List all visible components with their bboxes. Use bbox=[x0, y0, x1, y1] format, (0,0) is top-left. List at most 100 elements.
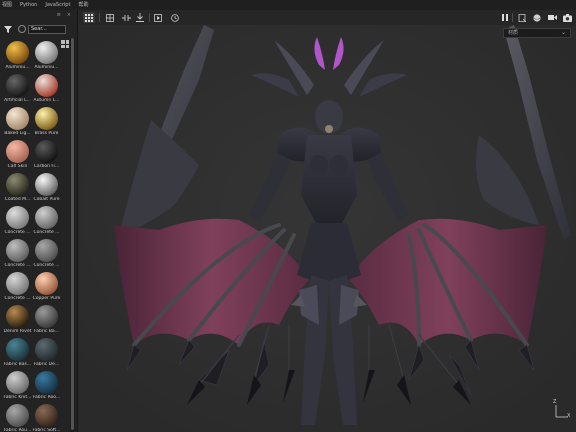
material-item[interactable]: Carbon Fi... bbox=[32, 138, 61, 171]
material-label: Fabric Knit... bbox=[3, 395, 32, 400]
app-window: 视图 Python JavaScript 帮助 ≡ × Aluminiu...A… bbox=[0, 0, 576, 432]
material-item[interactable]: Coated M... bbox=[3, 171, 32, 204]
material-preview-sphere bbox=[35, 239, 58, 262]
material-label: Fabric Roo... bbox=[32, 395, 61, 400]
material-item[interactable]: Calf Skin bbox=[3, 138, 32, 171]
material-label: Brass Pure bbox=[34, 131, 59, 136]
camera-grid-icon[interactable] bbox=[104, 12, 116, 23]
material-label: Concrete ... bbox=[4, 230, 31, 235]
material-item[interactable]: Concrete ... bbox=[3, 204, 32, 237]
toggle-circle-icon[interactable] bbox=[18, 25, 26, 33]
material-item[interactable]: Brass Pure bbox=[32, 105, 61, 138]
material-label: Baked Lig... bbox=[4, 131, 31, 136]
grid-view-icon[interactable] bbox=[83, 12, 95, 23]
material-library-panel: ≡ × Aluminiu... Aluminiu... Artificial L..… bbox=[0, 10, 78, 432]
material-item[interactable]: Aluminiu... bbox=[3, 39, 32, 72]
scrollbar-thumb[interactable] bbox=[71, 38, 74, 430]
material-item[interactable]: Fabric Bas... bbox=[3, 336, 32, 369]
menubar: 视图 Python JavaScript 帮助 bbox=[0, 0, 576, 10]
material-item[interactable]: Concrete ... bbox=[32, 237, 61, 270]
material-item[interactable]: Fabric Rou... bbox=[3, 402, 32, 432]
material-preview-sphere bbox=[35, 272, 58, 295]
material-preview-sphere bbox=[6, 41, 29, 64]
material-grid: Aluminiu... Aluminiu... Artificial L... Aut… bbox=[3, 39, 61, 432]
material-preview-sphere bbox=[35, 107, 58, 130]
material-item[interactable]: Autumn L... bbox=[32, 72, 61, 105]
material-preview-sphere bbox=[35, 41, 58, 64]
material-preview-sphere bbox=[6, 272, 29, 295]
material-item[interactable]: Aluminiu... bbox=[32, 39, 61, 72]
material-preview-sphere bbox=[35, 305, 58, 328]
material-preview-sphere bbox=[35, 173, 58, 196]
material-item[interactable]: Baked Lig... bbox=[3, 105, 32, 138]
material-label: Concrete ... bbox=[4, 296, 31, 301]
material-item[interactable]: Fabric Ba... bbox=[32, 303, 61, 336]
material-label: Artificial L... bbox=[4, 98, 31, 103]
pause-icon[interactable] bbox=[499, 12, 511, 23]
menu-help[interactable]: 帮助 bbox=[78, 0, 88, 10]
align-icon[interactable] bbox=[134, 12, 146, 23]
axis-x-label: X bbox=[567, 413, 571, 419]
material-item[interactable]: Copper Pure bbox=[32, 270, 61, 303]
toolbar-divider bbox=[149, 13, 150, 22]
panel-menu-icon[interactable]: ≡ bbox=[57, 10, 61, 20]
material-item[interactable]: Fabric Roo... bbox=[32, 369, 61, 402]
menu-view[interactable]: 视图 bbox=[2, 0, 12, 10]
panel-header: ≡ × bbox=[0, 10, 77, 20]
chevron-down-icon: ⌄ bbox=[560, 29, 566, 36]
filter-icon[interactable] bbox=[0, 22, 16, 36]
material-preview-sphere bbox=[6, 338, 29, 361]
material-label: Aluminiu... bbox=[34, 65, 59, 70]
render-icon[interactable] bbox=[152, 12, 164, 23]
canvas-icon[interactable] bbox=[516, 12, 528, 23]
material-preview-sphere bbox=[6, 371, 29, 394]
split-view-icon[interactable] bbox=[120, 12, 132, 23]
material-preview-sphere bbox=[35, 371, 58, 394]
material-label: Concrete ... bbox=[33, 263, 60, 268]
material-label: Cobalt Pure bbox=[33, 197, 60, 202]
material-label: Carbon Fi... bbox=[33, 164, 60, 169]
material-item[interactable]: Concrete ... bbox=[3, 237, 32, 270]
viewport-toolbar bbox=[79, 10, 576, 25]
material-preview-sphere bbox=[6, 74, 29, 97]
material-preview-sphere bbox=[6, 239, 29, 262]
material-scrollbar[interactable] bbox=[70, 38, 75, 432]
grid-view-toggle-icon[interactable] bbox=[61, 40, 69, 48]
material-item[interactable]: Concrete ... bbox=[3, 270, 32, 303]
material-item[interactable]: Fabric Soft... bbox=[32, 402, 61, 432]
material-item[interactable]: Denim Rivet bbox=[3, 303, 32, 336]
filter-row bbox=[0, 22, 78, 36]
material-label: Coated M... bbox=[4, 197, 31, 202]
menu-python[interactable]: Python bbox=[20, 0, 37, 10]
toolbar-divider bbox=[512, 13, 513, 22]
material-search-input[interactable] bbox=[28, 24, 66, 34]
menu-javascript[interactable]: JavaScript bbox=[45, 0, 70, 10]
material-preview-sphere bbox=[35, 206, 58, 229]
panel-close-icon[interactable]: × bbox=[67, 10, 71, 20]
material-item[interactable]: Fabric Knit... bbox=[3, 369, 32, 402]
material-preview-sphere bbox=[6, 404, 29, 427]
material-preview-sphere bbox=[6, 305, 29, 328]
sphere-icon[interactable] bbox=[531, 12, 543, 23]
axis-z-label: Z bbox=[553, 399, 557, 405]
video-icon[interactable] bbox=[546, 12, 558, 23]
material-item[interactable]: Artificial L... bbox=[3, 72, 32, 105]
screenshot-icon[interactable] bbox=[561, 12, 573, 23]
material-preview-sphere bbox=[35, 404, 58, 427]
material-item[interactable]: Fabric De... bbox=[32, 336, 61, 369]
history-icon[interactable] bbox=[169, 12, 181, 23]
material-preview-sphere bbox=[35, 74, 58, 97]
material-item[interactable]: Concrete ... bbox=[32, 204, 61, 237]
material-item[interactable]: Cobalt Pure bbox=[32, 171, 61, 204]
material-label: Fabric Ba... bbox=[34, 329, 59, 334]
material-label: Fabric Soft... bbox=[32, 428, 61, 432]
material-preview-sphere bbox=[6, 107, 29, 130]
material-label: Copper Pure bbox=[32, 296, 61, 301]
material-label: Concrete ... bbox=[33, 230, 60, 235]
material-preview-sphere bbox=[6, 140, 29, 163]
material-label: Fabric De... bbox=[33, 362, 60, 367]
render-mode-dropdown[interactable]: 材质 ⌄ bbox=[503, 28, 571, 38]
3d-viewport[interactable]: 材质 ⌄ Z X bbox=[79, 25, 576, 432]
toolbar-divider bbox=[99, 13, 100, 22]
material-preview-sphere bbox=[6, 173, 29, 196]
